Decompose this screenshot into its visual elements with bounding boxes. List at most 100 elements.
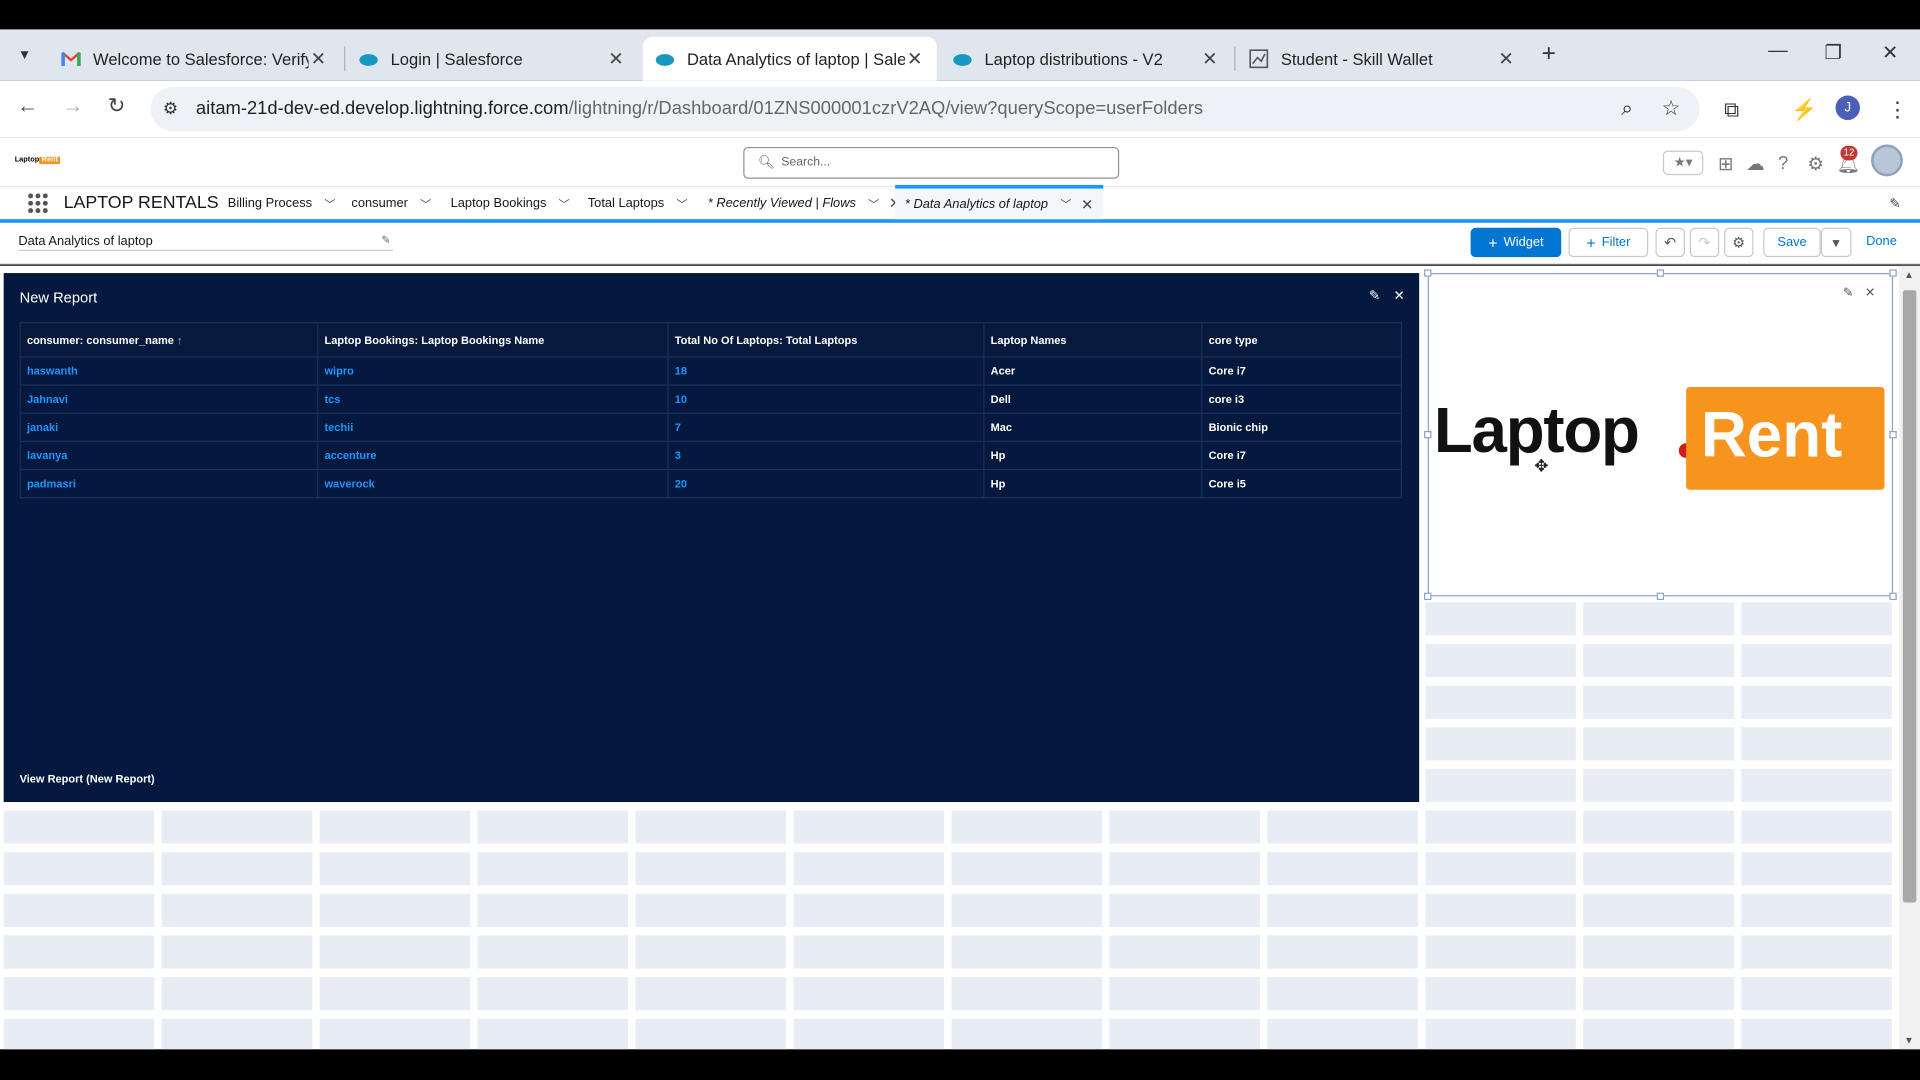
app-launcher-waffle-icon[interactable] [28,193,48,214]
trailhead-icon[interactable]: ☁ [1746,153,1764,175]
reload-icon[interactable]: ↻ [108,94,125,118]
resize-handle[interactable] [1424,592,1432,601]
report-table-widget[interactable]: New Report ✎ ✕ consumer: consumer_name ↑… [3,273,1420,803]
vertical-scrollbar[interactable]: ▲ ▼ [1899,265,1920,1050]
close-icon[interactable]: ✕ [606,48,626,70]
url-text[interactable]: aitam-21d-dev-ed.develop.lightning.force… [196,98,1203,119]
browser-tab-gmail[interactable]: Welcome to Salesforce: Verify y ✕ [49,37,340,81]
scrollbar-thumb[interactable] [1902,290,1917,903]
view-report-link[interactable]: View Report (New Report) [20,773,155,785]
resize-handle[interactable] [1889,269,1897,277]
redo-icon[interactable]: ↷ [1689,227,1720,258]
setup-gear-icon[interactable]: ⚙ [1807,153,1823,175]
resize-handle[interactable] [1656,592,1665,601]
performance-icon[interactable]: ⚡ [1791,98,1817,122]
profile-avatar[interactable]: J [1835,95,1861,121]
table-cell-link[interactable]: waverock [317,468,669,499]
favorites-star-icon[interactable]: ★▾ [1662,150,1704,176]
help-icon[interactable]: ? [1778,153,1788,174]
close-icon[interactable]: ✕ [905,48,925,70]
table-cell-link[interactable]: lavanya [19,440,319,471]
column-header[interactable]: Laptop Bookings: Laptop Bookings Name [317,322,669,358]
window-close-icon[interactable]: ✕ [1882,40,1898,64]
add-filter-button[interactable]: + Filter [1568,227,1649,258]
minimize-icon[interactable]: — [1768,40,1788,62]
undo-icon[interactable]: ↶ [1655,227,1685,258]
save-button[interactable]: Save [1763,227,1821,258]
tab-search-chevron-icon[interactable]: ▼ [9,40,41,69]
resize-handle[interactable] [1889,431,1897,439]
global-actions-plus-icon[interactable]: ⊞ [1718,153,1733,175]
column-header[interactable]: Laptop Names [983,322,1203,358]
column-header[interactable]: consumer: consumer_name ↑ [19,322,319,358]
resize-handle[interactable] [1424,431,1432,439]
browser-menu-icon[interactable]: ⋮ [1887,98,1908,122]
new-tab-plus-icon[interactable]: + [1542,40,1556,68]
global-search-input[interactable]: 🔍︎ Search... [743,146,1120,179]
close-icon[interactable]: ✕ [309,48,329,70]
close-icon[interactable]: ✕ [1081,195,1093,212]
chevron-down-icon[interactable]: ﹀ [559,195,570,211]
table-cell-link[interactable]: 20 [667,468,985,499]
table-cell-link[interactable]: wipro [317,356,669,386]
app-logo[interactable]: Laptop Rent [14,156,61,169]
nav-item-laptop-bookings[interactable]: Laptop Bookings ﹀ [451,186,570,220]
resize-handle[interactable] [1889,592,1897,601]
extensions-icon[interactable]: ⧉ [1724,98,1739,122]
done-button[interactable]: Done [1866,234,1897,249]
browser-tab-skill-wallet[interactable]: Student - Skill Wallet ✕ [1237,37,1528,81]
restore-icon[interactable]: ❐ [1824,40,1842,64]
table-cell-link[interactable]: Jahnavi [19,384,319,414]
table-cell-link[interactable]: padmasri [19,468,319,499]
remove-widget-close-icon[interactable]: ✕ [1865,287,1875,300]
chevron-down-icon[interactable]: ﹀ [324,195,335,211]
browser-tab-data-analytics[interactable]: Data Analytics of laptop | Salesf ✕ [642,36,937,81]
chevron-down-icon[interactable]: ﹀ [1060,196,1071,212]
remove-widget-close-icon[interactable]: ✕ [1393,288,1404,304]
table-cell-link[interactable]: techii [317,412,669,443]
browser-tab-login[interactable]: Login | Salesforce ✕ [347,37,638,81]
bookmark-star-icon[interactable]: ☆ [1662,97,1681,121]
resize-handle[interactable] [1656,269,1665,277]
user-avatar[interactable] [1871,144,1903,177]
table-cell-link[interactable]: haswanth [19,356,319,386]
browser-tab-laptop-distributions[interactable]: Laptop distributions - V2 ✕ [940,37,1231,81]
back-arrow-icon[interactable]: ← [17,94,38,118]
close-icon[interactable]: ✕ [1200,48,1220,70]
table-cell-link[interactable]: accenture [317,440,669,471]
table-cell-link[interactable]: 7 [667,412,985,443]
properties-gear-icon[interactable]: ⚙ [1724,227,1754,258]
close-icon[interactable]: ✕ [1496,48,1516,70]
table-cell-link[interactable]: 10 [667,384,985,414]
table-cell-link[interactable]: janaki [19,412,319,443]
scroll-down-arrow-icon[interactable]: ▼ [1904,1035,1914,1046]
add-widget-button[interactable]: + Widget [1470,227,1562,258]
nav-item-billing-process[interactable]: Billing Process ﹀ [228,186,336,220]
column-header[interactable]: core type [1201,322,1403,358]
edit-nav-pencil-icon[interactable]: ✎ [1889,196,1900,212]
nav-item-recently-viewed-flows[interactable]: * Recently Viewed | Flows﹀✕ [708,186,902,220]
nav-item-consumer[interactable]: consumer ﹀ [351,186,431,220]
pencil-icon[interactable]: ✎ [381,234,390,247]
chevron-down-icon[interactable]: ﹀ [676,195,687,211]
table-cell-link[interactable]: tcs [317,384,669,414]
table-cell-link[interactable]: 3 [667,440,985,471]
forward-arrow-icon[interactable]: → [62,94,83,118]
edit-widget-pencil-icon[interactable]: ✎ [1843,287,1853,300]
scroll-up-arrow-icon[interactable]: ▲ [1904,269,1914,280]
site-settings-icon[interactable]: ⚙ [163,98,178,119]
nav-item-data-analytics[interactable]: * Data Analytics of laptop ﹀ ✕ [895,184,1104,220]
resize-handle[interactable] [1424,269,1432,277]
dashboard-title-field[interactable]: Data Analytics of laptop ✎ [18,234,394,252]
chevron-down-icon[interactable]: ﹀ [868,195,879,211]
table-row: haswanth wipro 18 Acer Core i7 [19,356,1403,386]
column-header[interactable]: Total No Of Laptops: Total Laptops [667,322,985,358]
image-widget[interactable]: ✎ ✕ Laptop Rent ✥ [1424,269,1897,601]
table-cell-link[interactable]: 18 [667,356,985,386]
chevron-down-icon[interactable]: ﹀ [420,195,431,211]
nav-item-total-laptops[interactable]: Total Laptops ﹀ [588,186,688,220]
edit-widget-pencil-icon[interactable]: ✎ [1369,288,1380,304]
zoom-icon[interactable]: ⌕ [1621,97,1633,121]
save-options-chevron-down-icon[interactable]: ▾ [1820,227,1852,258]
url-omnibox[interactable]: ⚙ aitam-21d-dev-ed.develop.lightning.for… [150,86,1700,132]
